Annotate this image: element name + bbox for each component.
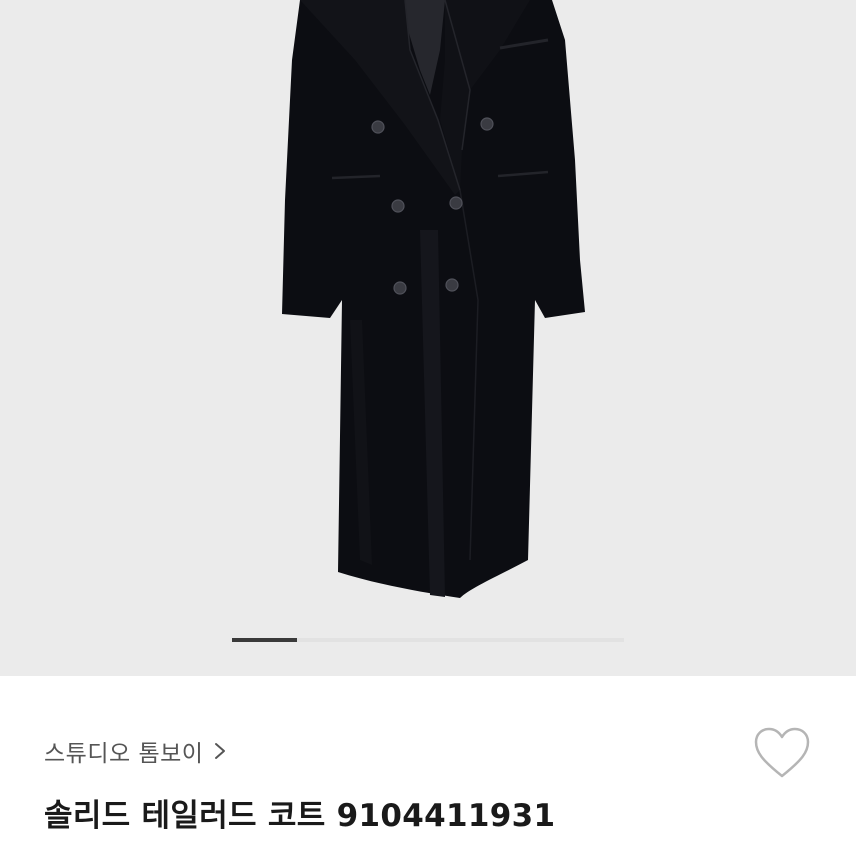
- heart-outline-icon: [754, 727, 810, 778]
- image-page-indicator: [232, 638, 624, 642]
- product-title: 솔리드 테일러드 코트 9104411931: [44, 798, 556, 834]
- shop-name[interactable]: 스튜디오 톰보이: [44, 734, 203, 768]
- chevron-right-icon: [215, 743, 226, 759]
- product-image: [282, 0, 585, 598]
- product-image-gallery[interactable]: [0, 0, 856, 676]
- product-info-section: 스튜디오 톰보이 솔리드 테일러드 코트 9104411931: [0, 676, 856, 856]
- product-detail-page: 스튜디오 톰보이 솔리드 테일러드 코트 9104411931: [0, 0, 856, 856]
- coat-illustration: [282, 0, 585, 598]
- indicator-active-segment: [232, 638, 298, 642]
- like-button[interactable]: [750, 724, 814, 782]
- shop-link[interactable]: 스튜디오 톰보이: [44, 734, 227, 768]
